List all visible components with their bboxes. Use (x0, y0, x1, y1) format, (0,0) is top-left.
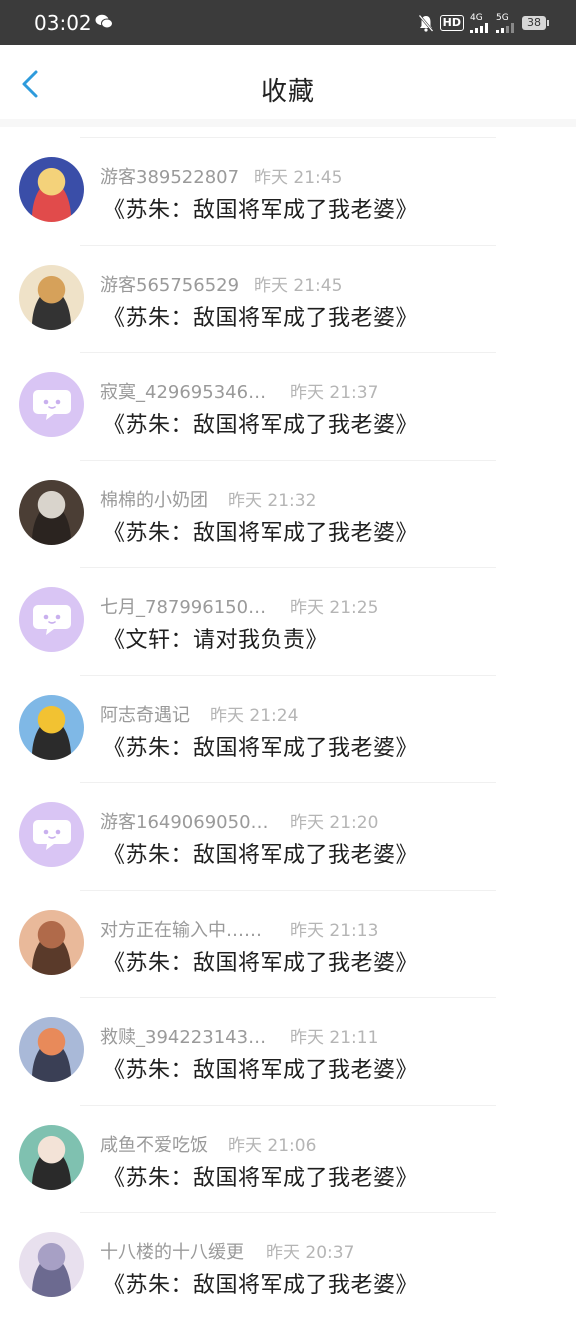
favorites-list: 游客389522807 昨天 21:45 《苏朱：敌国将军成了我老婆》 游客56575… (0, 137, 576, 1320)
favorite-book-title: 《苏朱：敌国将军成了我老婆》 (103, 198, 419, 223)
chat-bubble-icon (33, 820, 71, 850)
list-item[interactable]: 阿志奇遇记 昨天 21:24 《苏朱：敌国将军成了我老婆》 (0, 674, 576, 783)
default-avatar[interactable] (19, 802, 84, 867)
user-avatar[interactable] (19, 694, 84, 760)
row-divider (80, 782, 496, 783)
timestamp: 昨天 21:11 (290, 1028, 379, 1048)
status-time: 03:02 (34, 11, 92, 35)
username: 游客565756529 (100, 274, 240, 296)
user-avatar[interactable] (19, 1017, 84, 1082)
mute-bell-icon (418, 14, 434, 32)
timestamp: 昨天 21:45 (254, 275, 343, 296)
user-avatar[interactable] (19, 264, 84, 330)
favorite-book-title: 《苏朱：敌国将军成了我老婆》 (103, 1058, 419, 1083)
user-avatar[interactable] (19, 157, 84, 222)
default-avatar[interactable] (19, 372, 84, 437)
user-avatar[interactable] (19, 479, 84, 545)
list-item[interactable]: 十八楼的十八缓更 昨天 20:37 《苏朱：敌国将军成了我老婆》 (0, 1212, 576, 1320)
favorite-book-title: 《苏朱：敌国将军成了我老婆》 (103, 735, 419, 761)
username: 七月_787996150… (100, 597, 267, 618)
row-divider (80, 459, 496, 461)
status-icons: HD 4G 5G 38 (418, 12, 549, 34)
row-divider (80, 567, 496, 568)
chat-bubble-icon (33, 390, 71, 420)
signal-4g-icon: 4G (470, 12, 490, 33)
row-divider (80, 889, 496, 891)
row-divider (80, 137, 496, 138)
user-avatar[interactable] (19, 909, 84, 975)
list-item[interactable]: 棉棉的小奶团 昨天 21:32 《苏朱：敌国将军成了我老婆》 (0, 459, 576, 568)
header-shadow (0, 119, 576, 127)
net-5g-label: 5G (496, 12, 509, 23)
timestamp: 昨天 21:20 (290, 813, 379, 833)
timestamp: 昨天 20:37 (266, 1243, 355, 1263)
timestamp: 昨天 21:37 (290, 383, 379, 403)
timestamp: 昨天 21:45 (254, 168, 343, 188)
username: 阿志奇遇记 (100, 704, 190, 726)
favorite-book-title: 《苏朱：敌国将军成了我老婆》 (103, 305, 419, 331)
list-item[interactable]: 咸鱼不爱吃饭 昨天 21:06 《苏朱：敌国将军成了我老婆》 (0, 1104, 576, 1213)
username: 寂寞_429695346… (100, 382, 267, 403)
row-divider (80, 674, 496, 676)
net-4g-label: 4G (470, 12, 483, 23)
row-divider (80, 1104, 496, 1106)
user-avatar[interactable] (19, 1124, 84, 1190)
favorite-book-title: 《苏朱：敌国将军成了我老婆》 (103, 1273, 419, 1298)
chat-bubble-icon (33, 605, 71, 635)
wechat-notification-icon (95, 14, 113, 29)
timestamp: 昨天 21:13 (290, 920, 379, 941)
timestamp: 昨天 21:25 (290, 598, 379, 618)
favorite-book-title: 《苏朱：敌国将军成了我老婆》 (103, 843, 419, 868)
signal-5g-icon: 5G (496, 12, 516, 33)
header: 收藏 (0, 45, 576, 120)
default-avatar[interactable] (19, 587, 84, 652)
row-divider (80, 244, 496, 246)
favorite-book-title: 《苏朱：敌国将军成了我老婆》 (103, 413, 419, 438)
favorite-book-title: 《苏朱：敌国将军成了我老婆》 (103, 1165, 419, 1191)
favorite-book-title: 《苏朱：敌国将军成了我老婆》 (103, 950, 419, 976)
hd-icon: HD (439, 15, 464, 31)
timestamp: 昨天 21:24 (210, 705, 299, 726)
timestamp: 昨天 21:06 (228, 1135, 317, 1156)
username: 游客1649069050… (100, 812, 269, 833)
username: 对方正在输入中…… (100, 919, 262, 941)
favorite-book-title: 《文轩：请对我负责》 (103, 628, 329, 653)
row-divider (80, 997, 496, 998)
user-avatar[interactable] (19, 1232, 84, 1297)
favorite-book-title: 《苏朱：敌国将军成了我老婆》 (103, 520, 419, 546)
list-item[interactable]: 游客1649069050… 昨天 21:20 《苏朱：敌国将军成了我老婆》 (0, 782, 576, 890)
username: 救赎_394223143… (100, 1027, 267, 1048)
list-item[interactable]: 救赎_394223143… 昨天 21:11 《苏朱：敌国将军成了我老婆》 (0, 997, 576, 1105)
battery-icon: 38 (522, 16, 549, 30)
list-item[interactable]: 游客389522807 昨天 21:45 《苏朱：敌国将军成了我老婆》 (0, 137, 576, 245)
page-title: 收藏 (260, 77, 315, 107)
username: 咸鱼不爱吃饭 (100, 1134, 208, 1156)
list-item[interactable]: 七月_787996150… 昨天 21:25 《文轩：请对我负责》 (0, 567, 576, 675)
row-divider (80, 352, 496, 353)
list-item[interactable]: 对方正在输入中…… 昨天 21:13 《苏朱：敌国将军成了我老婆》 (0, 889, 576, 998)
username: 棉棉的小奶团 (100, 489, 208, 511)
row-divider (80, 1212, 496, 1213)
list-item[interactable]: 游客565756529 昨天 21:45 《苏朱：敌国将军成了我老婆》 (0, 244, 576, 353)
status-bar: 03:02 HD 4G 5G 38 (0, 0, 576, 45)
username: 十八楼的十八缓更 (100, 1242, 244, 1263)
list-item[interactable]: 寂寞_429695346… 昨天 21:37 《苏朱：敌国将军成了我老婆》 (0, 352, 576, 460)
timestamp: 昨天 21:32 (228, 490, 317, 511)
username: 游客389522807 (100, 167, 240, 188)
